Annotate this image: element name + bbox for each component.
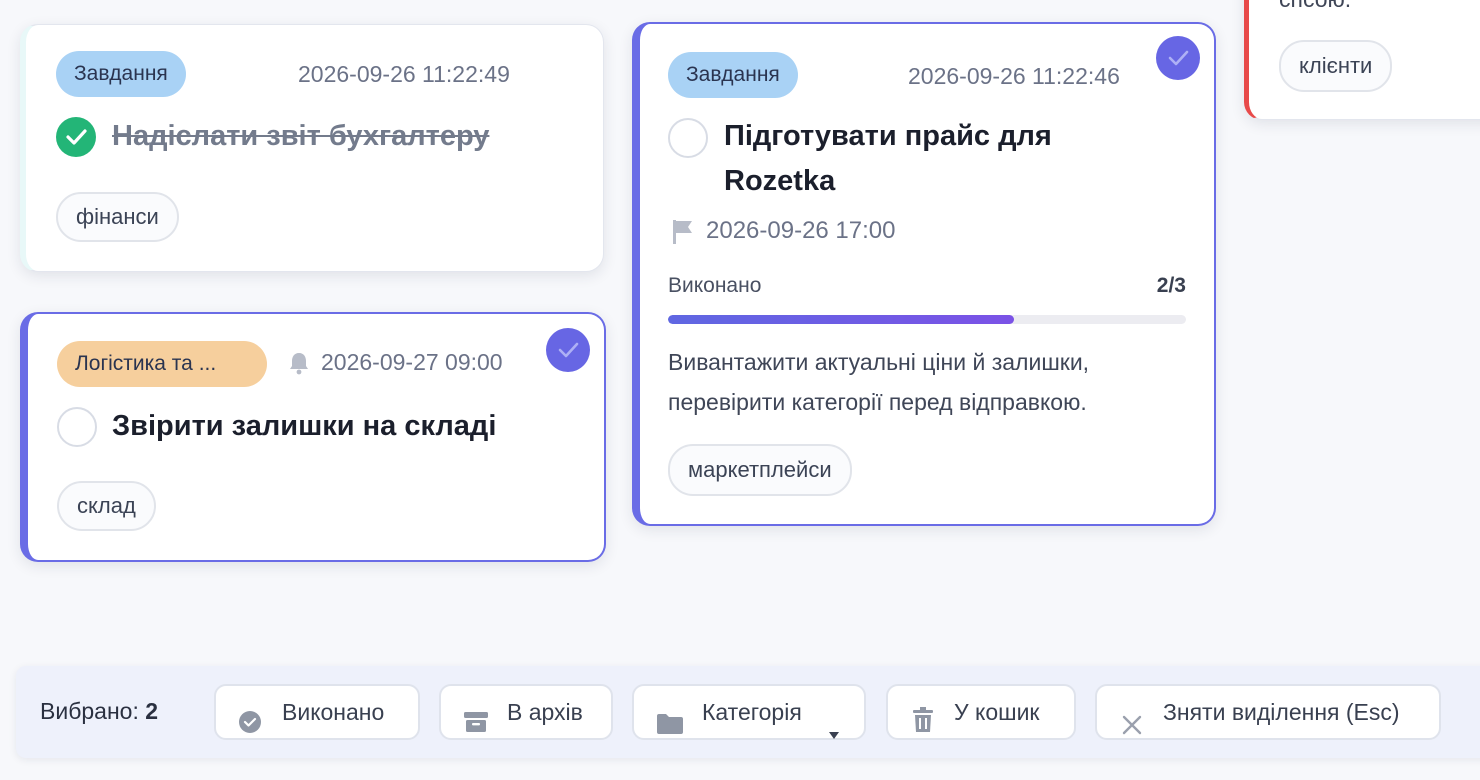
progress-bar-fill: [668, 315, 1014, 324]
complete-toggle[interactable]: [668, 118, 708, 158]
card-send-report[interactable]: Завдання 2026-09-26 11:22:49 Надіслати з…: [20, 24, 604, 272]
flag-icon: [670, 218, 696, 246]
complete-toggle[interactable]: [57, 407, 97, 447]
check-circle-icon: [238, 700, 262, 752]
selected-check-icon[interactable]: [1156, 36, 1200, 80]
card-check-stock[interactable]: Логістика та ... 2026-09-27 09:00 Звірит…: [20, 312, 606, 562]
category-label: Категорія: [702, 699, 802, 725]
task-title-line1[interactable]: Підготувати прайс для: [724, 114, 1052, 159]
created-timestamp: 2026-09-26 11:22:46: [908, 63, 1120, 89]
caret-down-icon: [828, 707, 840, 759]
mark-done-button[interactable]: Виконано: [214, 684, 420, 740]
category-button[interactable]: Категорія: [632, 684, 866, 740]
label-chip-warehouse[interactable]: склад: [57, 481, 156, 531]
label-chip-clients[interactable]: клієнти: [1279, 40, 1393, 92]
progress-count: 2/3: [1156, 274, 1186, 297]
progress-bar: [668, 315, 1186, 324]
bell-icon: [285, 349, 313, 377]
selected-label: Вибрано:: [40, 698, 139, 724]
archive-box-icon: [463, 700, 489, 752]
description-line1: Вивантажити актуальні ціни й залишки,: [668, 349, 1090, 375]
reminder-time: 2026-09-27 09:00: [321, 349, 503, 375]
selected-check-icon[interactable]: [546, 328, 590, 372]
label-chip-finance[interactable]: фінанси: [56, 192, 179, 242]
deadline: 2026-09-26 17:00: [706, 217, 896, 244]
task-title[interactable]: Надіслати звіт бухгалтеру: [112, 114, 489, 159]
progress-label: Виконано: [668, 274, 762, 297]
selected-count: 2: [145, 698, 159, 724]
mark-done-label: Виконано: [282, 699, 385, 725]
archive-button[interactable]: В архів: [439, 684, 613, 740]
clear-selection-button[interactable]: Зняти виділення (Esc): [1095, 684, 1441, 740]
completed-check-icon[interactable]: [56, 117, 96, 157]
clear-selection-label: Зняти виділення (Esc): [1163, 699, 1400, 725]
folder-icon: [656, 701, 684, 753]
category-tag: Логістика та ...: [57, 341, 267, 387]
move-to-trash-button[interactable]: У кошик: [886, 684, 1076, 740]
archive-label: В архів: [507, 699, 583, 725]
card-rozetka-price[interactable]: Завдання 2026-09-26 11:22:46 Підготувати…: [632, 22, 1216, 526]
task-title-line2[interactable]: Rozetka: [724, 159, 835, 204]
bulk-action-bar: Вибрано: 2 Виконано В архів Категорія У …: [16, 666, 1480, 758]
trash-label: У кошик: [954, 699, 1040, 725]
task-title[interactable]: Звірити залишки на складі: [112, 404, 496, 449]
trash-icon: [912, 699, 934, 751]
card-text-fragment: спсою.: [1279, 0, 1351, 13]
category-tag: Завдання: [56, 51, 186, 97]
label-chip-marketplaces[interactable]: маркетплейси: [668, 444, 852, 496]
description-line2: перевірити категорії перед відправкою.: [668, 389, 1087, 415]
created-timestamp: 2026-09-26 11:22:49: [298, 61, 510, 87]
selected-count-text: Вибрано: 2: [40, 698, 158, 725]
card-clients[interactable]: спсою. клієнти: [1244, 0, 1480, 120]
category-tag: Завдання: [668, 52, 798, 98]
close-icon: [1121, 702, 1143, 754]
